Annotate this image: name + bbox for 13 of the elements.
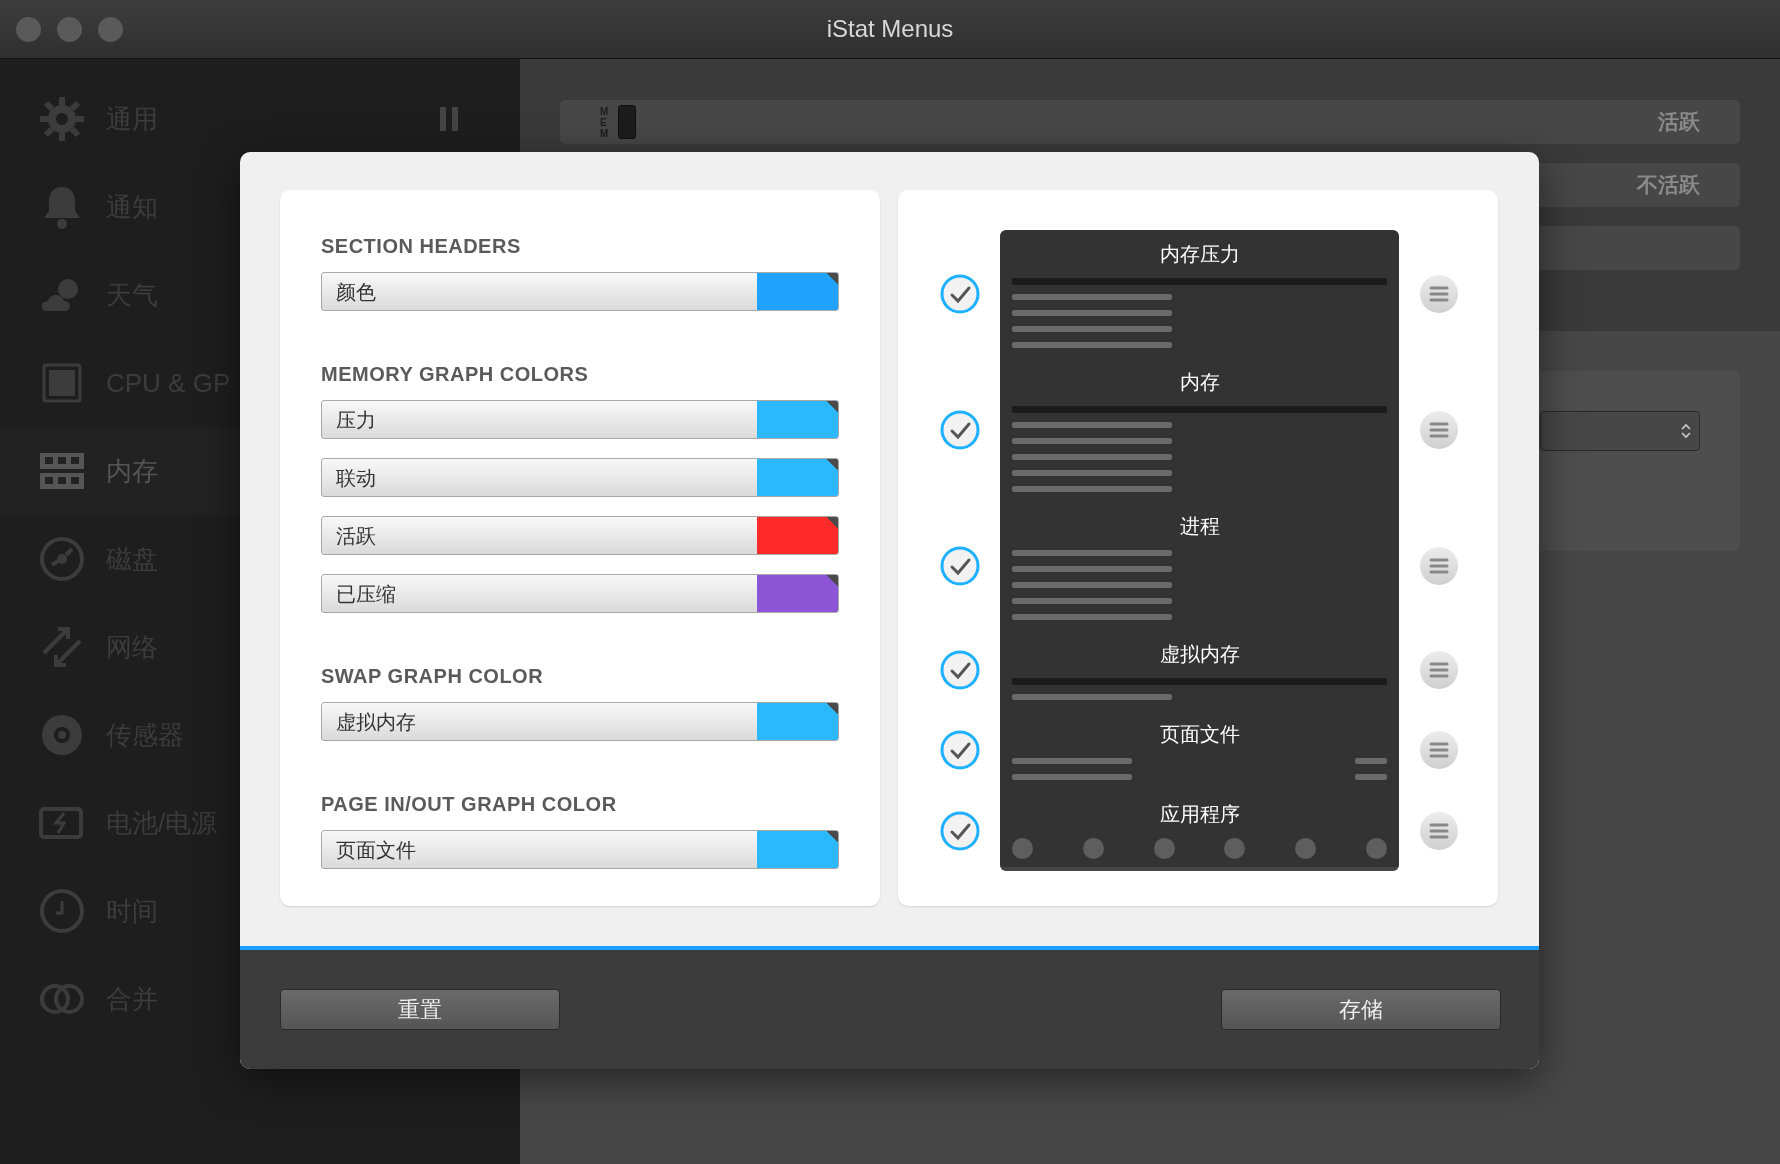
widget-title: 内存 [1178, 370, 1221, 395]
section-header: PAGE IN/OUT GRAPH COLOR [321, 792, 618, 816]
widget-title: 虚拟内存 [1158, 642, 1241, 667]
widget-title: 进程 [1178, 514, 1221, 539]
row-label: 活跃 [1658, 109, 1700, 136]
window-title: iStat Menus [826, 14, 954, 44]
row-label: 不活跃 [1637, 172, 1700, 199]
section-header: SWAP GRAPH COLOR [321, 664, 545, 688]
widget-title: 内存压力 [1158, 242, 1241, 267]
widget-title: 应用程序 [1158, 802, 1241, 827]
section-header: MEMORY GRAPH COLORS [321, 362, 590, 386]
section-header: SECTION HEADERS [321, 234, 522, 258]
widget-title: 页面文件 [1158, 722, 1241, 747]
